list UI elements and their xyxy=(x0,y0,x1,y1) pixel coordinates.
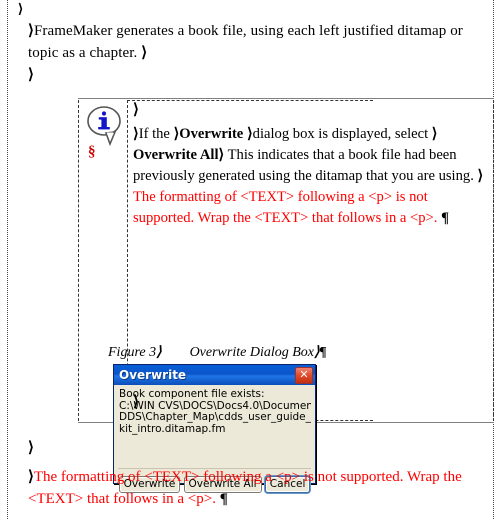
dialog-message: Book component file exists: C:\WIN CVS\D… xyxy=(119,389,311,435)
element-start-marker-red: ⟩ xyxy=(477,168,484,184)
text-flow-border-left xyxy=(7,0,8,519)
figure-end-pilcrow: ¶ xyxy=(319,345,327,360)
paragraph-empty-1[interactable]: ⟩ xyxy=(28,66,34,84)
note-tail-marker-line[interactable]: ⟩ xyxy=(133,394,139,411)
note-section-marker: § xyxy=(88,144,96,160)
paragraph-intro-text: FrameMaker generates a book file, using … xyxy=(28,23,463,61)
figure-label-marker: ⟩ xyxy=(156,345,162,360)
note-text-seg-1: If the xyxy=(138,126,174,142)
paragraph-empty-2[interactable]: ⟩ xyxy=(28,440,34,457)
element-start-marker-bold-2: ⟩ xyxy=(431,126,438,142)
dialog-message-line: DDS\Chapter_Map\cdds_user_guide_depk xyxy=(119,412,311,423)
note-bold-overwrite: Overwrite xyxy=(179,126,247,142)
info-balloon-icon xyxy=(84,104,126,147)
paragraph-intro[interactable]: ⟩FrameMaker generates a book file, using… xyxy=(28,20,490,64)
note-text-seg-2: dialog box is displayed, select xyxy=(252,126,432,142)
note-empty-line[interactable]: ⟩ xyxy=(133,102,139,119)
paragraph-end-pilcrow: ¶ xyxy=(441,210,449,226)
footer-red-text: The formatting of <TEXT> following a <p>… xyxy=(28,469,462,507)
note-cell-border-left xyxy=(78,100,79,421)
element-start-marker: ⟩ xyxy=(28,67,34,83)
element-end-marker: ⟩ xyxy=(141,45,148,61)
dialog-message-line: Book component file exists: xyxy=(119,389,265,400)
note-bold-overwrite-all: Overwrite All xyxy=(133,147,219,163)
note-red-warning: The formatting of <TEXT> following a <p>… xyxy=(133,189,438,226)
dialog-message-line: kit_intro.ditamap.fm xyxy=(119,423,226,435)
figure-caption[interactable]: Figure 3⟩ Overwrite Dialog Box⟩¶ xyxy=(108,345,368,361)
dialog-message-line: C:\WIN CVS\DOCS\Docs4.0\Documental xyxy=(119,400,311,412)
paragraph-end-pilcrow: ¶ xyxy=(219,491,228,507)
document-page: ⟩ ⟩FrameMaker generates a book file, usi… xyxy=(0,0,501,519)
note-body-text[interactable]: ⟩If the ⟩Overwrite ⟩dialog box is displa… xyxy=(133,124,485,229)
close-icon[interactable]: ✕ xyxy=(295,367,313,384)
note-block[interactable]: § ⟩ ⟩If the ⟩Overwrite ⟩dialog box is di… xyxy=(28,98,494,493)
dialog-title: Overwrite xyxy=(119,368,187,382)
element-start-marker: ⟩ xyxy=(28,440,34,456)
dialog-titlebar[interactable]: Overwrite ✕ xyxy=(114,365,315,385)
element-start-marker-top: ⟩ xyxy=(18,1,24,16)
element-start-marker: ⟩ xyxy=(133,102,139,118)
element-start-marker: ⟩ xyxy=(133,394,139,410)
note-rule-top xyxy=(78,98,494,99)
figure-title: Overwrite Dialog Box xyxy=(189,345,314,360)
paragraph-red-warning[interactable]: ⟩The formatting of <TEXT> following a <p… xyxy=(28,466,480,510)
note-cell-border-inner-top xyxy=(127,100,373,101)
note-cell-border-right xyxy=(493,100,494,421)
figure-label: Figure 3 xyxy=(108,345,157,360)
